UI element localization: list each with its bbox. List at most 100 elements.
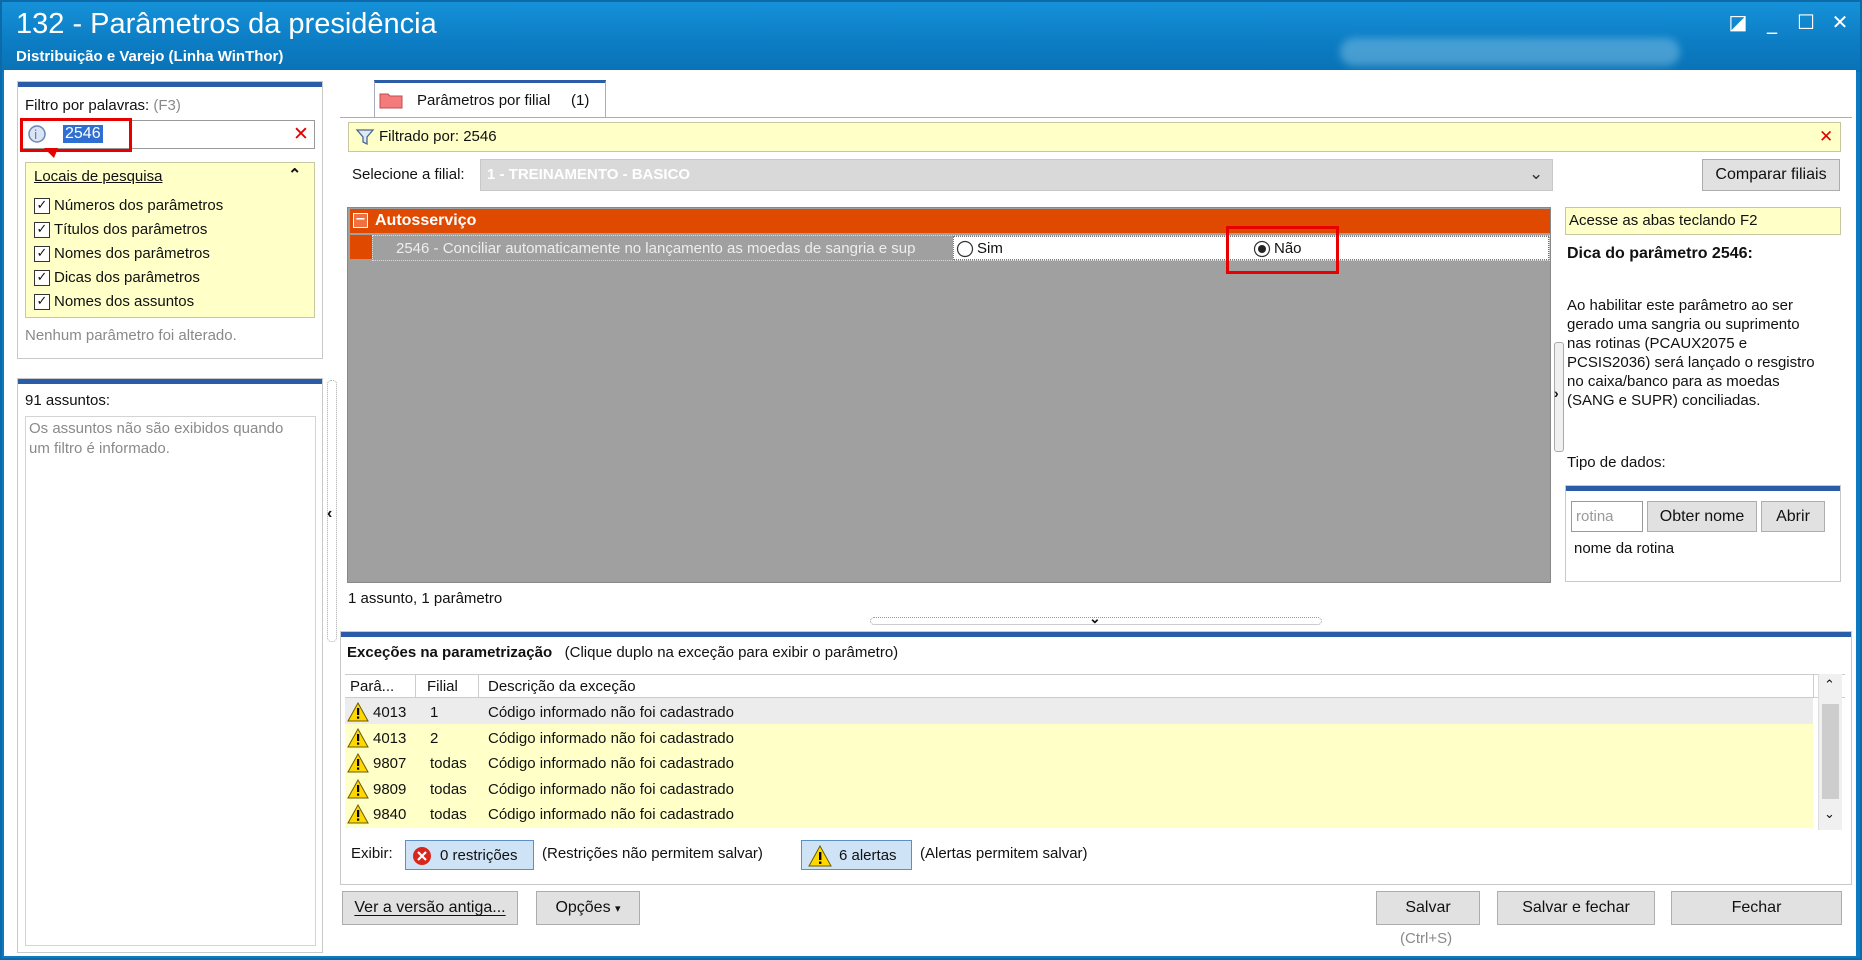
clear-filtered-icon[interactable]: ✕	[1819, 127, 1833, 147]
splitter-chevron-down-icon[interactable]: ⌄	[1089, 610, 1101, 627]
exceptions-table-header: Parâ... Filial Descrição da exceção	[345, 674, 1845, 698]
scroll-down-icon[interactable]: ⌄	[1824, 806, 1835, 822]
tab-divider	[340, 117, 1852, 118]
exception-row[interactable]: 9840 todas Código informado não foi cadast…	[345, 803, 1785, 828]
exception-branch: 1	[430, 704, 439, 721]
funnel-icon	[355, 129, 375, 146]
title-bar[interactable]: 132 - Parâmetros da presidência Distribu…	[2, 2, 1860, 72]
save-button[interactable]: Salvar	[1376, 891, 1480, 925]
column-description[interactable]: Descrição da exceção	[488, 678, 636, 695]
filter-label: Filtro por palavras: (F3)	[25, 97, 181, 114]
get-name-button[interactable]: Obter nome	[1647, 501, 1757, 532]
chevron-down-icon[interactable]: ⌄	[1529, 164, 1543, 184]
options-button[interactable]: Opções ▾	[536, 891, 640, 925]
checkbox-nomes[interactable]: ✓	[34, 246, 50, 262]
checkbox-dicas[interactable]: ✓	[34, 270, 50, 286]
exception-param: 9807	[373, 755, 407, 772]
checkbox-numeros[interactable]: ✓	[34, 198, 50, 214]
branch-value: 1 - TREINAMENTO - BASICO	[487, 166, 691, 183]
exceptions-scrollbar[interactable]: ⌃ ⌄	[1818, 674, 1842, 830]
exception-branch: todas	[430, 755, 467, 772]
group-name: Autosserviço	[375, 212, 477, 229]
window-title: 132 - Parâmetros da presidência	[16, 8, 437, 40]
filter-label-text: Filtro por palavras:	[25, 97, 150, 114]
tab-label: Parâmetros por filial	[417, 92, 551, 109]
search-locations-box: Locais de pesquisa ⌃ ✓ Números dos parâm…	[25, 162, 315, 318]
parameter-label: 2546 - Conciliar automaticamente no lanç…	[396, 240, 916, 257]
parameter-row[interactable]: 2546 - Conciliar automaticamente no lanç…	[372, 235, 1550, 261]
help-line-6: (SANG e SUPR) conciliadas.	[1567, 392, 1761, 409]
show-label: Exibir:	[351, 845, 393, 862]
exception-param: 4013	[373, 704, 407, 721]
exception-branch: 2	[430, 729, 439, 747]
checkbox-titulos[interactable]: ✓	[34, 222, 50, 238]
restore-icon[interactable]: ◪	[1726, 10, 1750, 34]
dropdown-arrow-icon: ▾	[615, 903, 621, 915]
collapse-icon[interactable]: ⌃	[288, 165, 301, 185]
exception-branch: todas	[430, 780, 467, 798]
compare-branches-button[interactable]: Comparar filiais	[1702, 159, 1840, 191]
help-line-2: gerado uma sangria ou suprimento	[1567, 316, 1800, 333]
subjects-list[interactable]: Os assuntos não são exibidos quando um f…	[25, 416, 316, 946]
routine-name-label: nome da rotina	[1574, 540, 1675, 557]
exceptions-header: Exceções na parametrização (Clique duplo…	[347, 644, 898, 661]
alerts-count: 6 alertas	[839, 847, 897, 864]
close-button[interactable]: Fechar	[1671, 891, 1842, 925]
subjects-info-line2: um filtro é informado.	[29, 440, 170, 457]
open-button[interactable]: Abrir	[1761, 501, 1825, 532]
clear-filter-icon[interactable]: ✕	[293, 123, 309, 145]
group-row-marker	[350, 235, 372, 259]
help-line-3: nas rotinas (PCAUX2075 e	[1567, 335, 1748, 352]
option-titulos-label: Títulos dos parâmetros	[54, 221, 208, 238]
routine-input[interactable]: rotina	[1571, 501, 1643, 532]
filtered-by-label: Filtrado por: 2546	[379, 128, 497, 145]
help-tip-bar: Acesse as abas teclando F2	[1565, 207, 1841, 235]
minimize-icon[interactable]: _	[1760, 10, 1784, 34]
warning-icon	[347, 778, 369, 798]
exception-row[interactable]: 4013 2 Código informado não foi cadastrado	[345, 727, 1785, 752]
branch-label: Selecione a filial:	[352, 166, 465, 183]
radio-sim[interactable]	[956, 240, 974, 258]
exception-param: 4013	[373, 729, 407, 747]
exception-description: Código informado não foi cadastrado	[488, 780, 734, 798]
old-version-button[interactable]: Ver a versão antiga...	[342, 891, 518, 925]
tab-parametros-por-filial[interactable]: Parâmetros por filial (1)	[374, 80, 606, 118]
tab-count: (1)	[571, 92, 590, 109]
exception-description: Código informado não foi cadastrado	[488, 755, 734, 772]
column-param[interactable]: Parâ...	[350, 678, 394, 695]
filter-status: Nenhum parâmetro foi alterado.	[25, 327, 237, 344]
warning-icon	[347, 727, 369, 747]
filtered-by-bar: Filtrado por: 2546 ✕	[348, 122, 1841, 152]
column-branch[interactable]: Filial	[427, 678, 458, 695]
radio-sim-label: Sim	[977, 240, 1003, 257]
restrictions-count: 0 restrições	[440, 847, 518, 864]
subjects-info-line1: Os assuntos não são exibidos quando	[29, 420, 284, 437]
grid-status: 1 assunto, 1 parâmetro	[348, 590, 503, 607]
branch-select[interactable]: 1 - TREINAMENTO - BASICO ⌄	[480, 159, 1553, 191]
scroll-thumb[interactable]	[1822, 704, 1839, 799]
group-header[interactable]: − Autosserviço	[350, 209, 1550, 233]
scroll-up-icon[interactable]: ⌃	[1824, 677, 1835, 693]
maximize-icon[interactable]: ☐	[1794, 10, 1818, 34]
warning-icon	[347, 804, 369, 824]
save-and-close-button[interactable]: Salvar e fechar	[1497, 891, 1655, 925]
help-line-5: no caixa/banco para as moedas	[1567, 373, 1780, 390]
chevron-right-icon[interactable]: ›	[1554, 385, 1559, 401]
exception-row[interactable]: 4013 1 Código informado não foi cadastrado	[345, 701, 1785, 726]
exception-description: Código informado não foi cadastrado	[488, 729, 734, 747]
alerts-button[interactable]: 6 alertas	[801, 840, 912, 870]
filter-shortcut: (F3)	[153, 97, 181, 114]
search-locations-title: Locais de pesquisa	[34, 168, 163, 185]
checkbox-assuntos[interactable]: ✓	[34, 294, 50, 310]
restrictions-button[interactable]: 0 restrições	[405, 840, 534, 870]
exception-row[interactable]: 9809 todas Código informado não foi cadast…	[345, 778, 1785, 803]
close-icon[interactable]: ✕	[1828, 10, 1852, 34]
error-icon	[413, 847, 431, 865]
parameter-grid	[347, 207, 1551, 583]
help-line-1: Ao habilitar este parâmetro ao ser	[1567, 297, 1793, 314]
exception-row[interactable]: 9807 todas Código informado não foi cadast…	[345, 752, 1785, 777]
splitter-chevron-left-icon[interactable]: ‹	[327, 505, 332, 523]
exception-branch: todas	[430, 806, 467, 823]
collapse-group-icon[interactable]: −	[353, 213, 368, 228]
option-nomes-label: Nomes dos parâmetros	[54, 245, 210, 262]
